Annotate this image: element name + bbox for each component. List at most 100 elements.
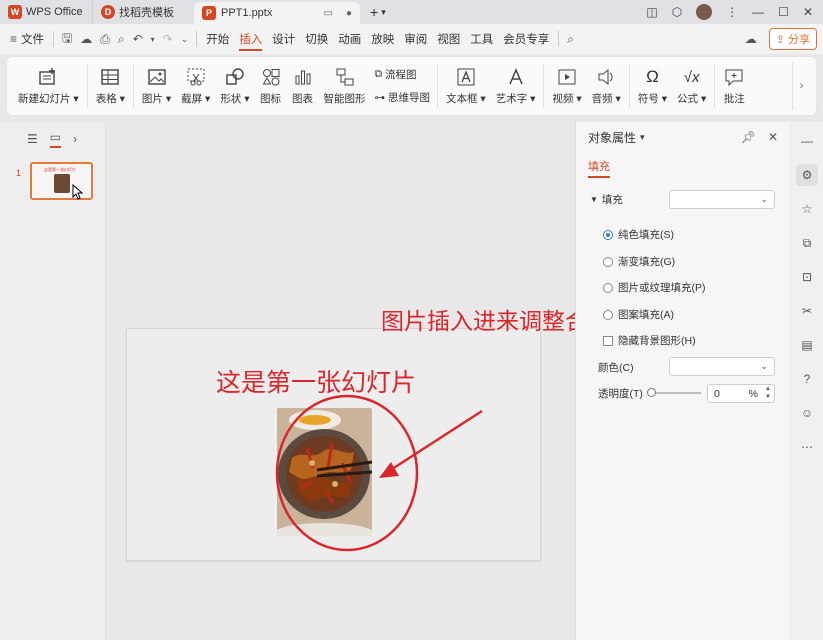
chevron-down-icon[interactable]: ▾ [640, 132, 645, 143]
star-icon[interactable]: ☆ [796, 198, 818, 220]
robot-icon[interactable]: ☺ [796, 402, 818, 424]
undo-icon[interactable]: ↶ [129, 32, 147, 46]
mindmap-button[interactable]: ⊶ 思维导图 [375, 90, 431, 105]
properties-icon[interactable]: ⚙ [796, 164, 818, 186]
spin-arrows-icon[interactable]: ▲ ▼ [765, 385, 771, 401]
table-button[interactable]: 表格 ▾ [91, 58, 130, 114]
book-icon[interactable]: ▤ [796, 334, 818, 356]
menu-tools[interactable]: 工具 [465, 24, 498, 54]
transparency-input[interactable]: 0 % ▲ ▼ [707, 384, 775, 403]
icons-icon [260, 66, 282, 88]
copy-icon[interactable]: ⧉ [796, 232, 818, 254]
radio-solid-fill[interactable]: 纯色填充(S) [576, 227, 791, 242]
transparency-label: 透明度(T) [598, 388, 643, 400]
close-window-icon[interactable]: ✕ [803, 5, 813, 19]
chevron-down-icon: ⌄ [760, 361, 768, 371]
menu-file[interactable]: 文件 [21, 24, 49, 54]
ribbon-more-button[interactable]: › [792, 62, 810, 110]
save-icon[interactable]: 🖫 [58, 29, 76, 50]
help-icon[interactable]: ? [796, 368, 818, 390]
image-edit-icon[interactable]: ⊡ [796, 266, 818, 288]
outline-view-icon[interactable]: ☰ [27, 132, 38, 146]
table-icon [99, 66, 121, 88]
file-tab[interactable]: P PPT1.pptx ▭ ● [194, 2, 360, 24]
divider [53, 31, 55, 47]
chevron-down-icon: ⌄ [760, 194, 768, 204]
more-icon[interactable]: ⋮ [726, 5, 738, 19]
redo-icon[interactable]: ↷ [159, 32, 177, 46]
radio-gradient-fill[interactable]: 渐变填充(G) [576, 254, 791, 269]
transparency-slider[interactable] [647, 388, 701, 397]
chevron-down-icon[interactable]: ▾ [147, 35, 159, 44]
icon-button[interactable]: 图标 [255, 58, 287, 114]
wordart-button[interactable]: 艺术字 ▾ [491, 58, 541, 114]
color-label: 颜色(C) [598, 362, 634, 374]
slide[interactable]: 这是第一张幻灯片 [126, 328, 541, 561]
radio-picture-fill[interactable]: 图片或纹理填充(P) [576, 280, 791, 295]
more-icon[interactable]: ⋯ [796, 436, 818, 458]
textbox-button[interactable]: 文本框 ▾ [441, 58, 491, 114]
radio-label: 图片或纹理填充(P) [618, 282, 706, 294]
new-slide-button[interactable]: 新建幻灯片 ▾ [13, 58, 84, 114]
formula-icon: √x [683, 68, 700, 86]
hamburger-icon[interactable]: ≡ [6, 32, 21, 46]
video-button[interactable]: 视频 ▾ [547, 58, 586, 114]
print-icon[interactable]: ⎙ [96, 32, 114, 47]
audio-button[interactable]: 音频 ▾ [587, 58, 626, 114]
tab-fill[interactable]: 填充 [588, 152, 610, 178]
app-tab[interactable]: W WPS Office [0, 0, 92, 24]
menu-animation[interactable]: 动画 [333, 24, 366, 54]
menu-member[interactable]: 会员专享 [498, 24, 554, 54]
pin-icon[interactable]: 📌︎ [741, 130, 756, 144]
screenshot-button[interactable]: 截屏 ▾ [176, 58, 215, 114]
slider-handle[interactable] [647, 388, 656, 397]
color-select[interactable]: ⌄ [669, 357, 775, 376]
flowchart-button[interactable]: ⧉ 流程图 [375, 67, 431, 82]
menu-insert[interactable]: 插入 [234, 24, 267, 54]
chevron-down-icon: ▾ [381, 6, 386, 17]
maximize-icon[interactable]: ☐ [778, 5, 789, 19]
comment-button[interactable]: 批注 [718, 58, 750, 114]
search-icon[interactable]: ⌕ [563, 32, 578, 47]
window-mode-icon[interactable]: ▭ [324, 8, 333, 19]
minimize-icon[interactable]: — [752, 5, 764, 19]
template-tab[interactable]: D 找稻壳模板 [92, 0, 194, 24]
menu-slideshow[interactable]: 放映 [366, 24, 399, 54]
collapse-icon[interactable]: — [796, 130, 818, 152]
preview-icon[interactable]: ⌕ [114, 32, 129, 47]
share-button[interactable]: ⇪ 分享 [768, 28, 817, 50]
app-name: WPS Office [26, 6, 83, 18]
chevron-right-icon[interactable]: › [73, 132, 77, 146]
menu-review[interactable]: 审阅 [399, 24, 432, 54]
close-icon[interactable]: ✕ [768, 130, 778, 144]
picture-button[interactable]: 图片 ▾ [137, 58, 176, 114]
formula-button[interactable]: √x 公式 ▾ [672, 58, 711, 114]
thumbnail-view-icon[interactable]: ▭ [49, 130, 62, 148]
layout-icon[interactable]: ◫ [646, 5, 657, 19]
chevron-down-icon[interactable]: ⌄ [177, 34, 193, 45]
radio-selected [603, 229, 613, 240]
radio-pattern-fill[interactable]: 图案填充(A) [576, 307, 791, 322]
divider [714, 64, 716, 108]
wordart-icon [505, 66, 527, 88]
properties-title[interactable]: 对象属性 [588, 129, 636, 146]
new-tab-button[interactable]: + ▾ [360, 0, 396, 24]
hide-background-checkbox[interactable]: 隐藏背景图形(H) [576, 333, 791, 348]
symbol-button[interactable]: Ω 符号 ▾ [633, 58, 672, 114]
menu-design[interactable]: 设计 [267, 24, 300, 54]
cloud-sync-icon[interactable]: ☁ [741, 32, 761, 46]
fill-type-select[interactable]: ⌄ [669, 190, 775, 209]
slide-thumbnail[interactable]: 这是第一张幻灯片 [30, 162, 93, 200]
cube-icon[interactable]: ⬡ [672, 5, 682, 19]
menu-home[interactable]: 开始 [201, 24, 234, 54]
shape-button[interactable]: 形状 ▾ [215, 58, 254, 114]
tab-dot-icon[interactable]: ● [346, 8, 352, 19]
avatar[interactable] [696, 4, 713, 20]
smartart-button[interactable]: 智能图形 [319, 58, 371, 114]
chart-button[interactable]: 图表 [287, 58, 319, 114]
tools-icon[interactable]: ✂ [796, 300, 818, 322]
cloud-icon[interactable]: ☁ [76, 32, 96, 46]
wps-logo-icon: W [8, 5, 22, 19]
menu-view[interactable]: 视图 [432, 24, 465, 54]
menu-transition[interactable]: 切换 [300, 24, 333, 54]
